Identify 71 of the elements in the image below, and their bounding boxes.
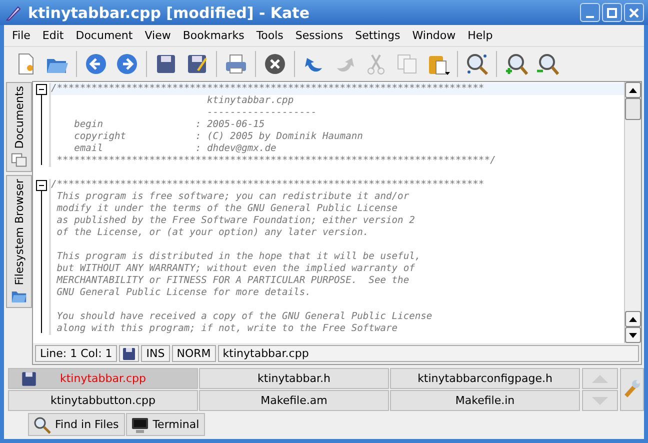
code-line: email : dhdev@gmx.de [73, 143, 276, 154]
document-tab[interactable]: Makefile.in [390, 390, 580, 411]
print-icon[interactable] [224, 52, 248, 76]
menu-item[interactable]: Help [462, 29, 499, 42]
sidebar-tab[interactable]: Documents [6, 82, 32, 172]
code-line: ***************************************************************************/ [56, 155, 496, 166]
close-icon[interactable] [263, 52, 287, 76]
menu-item[interactable]: Sessions [289, 29, 350, 42]
menu-item[interactable]: File [6, 29, 36, 42]
code-line: copyright : (C) 2005 by Dominik Haumann [73, 131, 363, 142]
menu-item[interactable]: Edit [36, 29, 70, 42]
zoom-in-icon[interactable] [504, 52, 528, 76]
code-line: This program is distributed in the hope that it will be useful, [56, 251, 421, 262]
insert-mode: INS [141, 345, 170, 362]
code-line: /************************************************************************** [51, 179, 484, 190]
input-mode: NORM [172, 345, 216, 362]
fold-toggle-icon[interactable] [36, 180, 46, 191]
down-arrow-icon [629, 332, 637, 338]
document-tab[interactable]: ktinytabbar.h [199, 368, 389, 389]
search-icon [33, 416, 51, 434]
wrench-icon [623, 378, 641, 398]
code-line: of the License, or (at your option) any later version. [56, 227, 369, 238]
code-line: /************************************************************************** [51, 83, 484, 94]
scroll-up-button[interactable] [625, 311, 641, 327]
menu-item[interactable]: Document [70, 29, 139, 42]
scroll-down-button[interactable] [625, 327, 641, 343]
menu-item[interactable]: Window [406, 29, 462, 42]
code-line: You should have received a copy of the GNU General Public License [56, 311, 432, 322]
scroll-up-button[interactable] [625, 82, 641, 98]
close-icon [629, 8, 639, 18]
code-line: ------------------- [206, 107, 317, 118]
maximize-icon [607, 8, 617, 18]
file-name: ktinytabbar.cpp [218, 345, 639, 362]
code-line: MERCHANTABILITY or FITNESS FOR A PARTICULAR PURPOSE. See the [56, 275, 410, 286]
code-line: modify it under the terms of the GNU General Public License [56, 203, 398, 214]
up-arrow-icon [592, 375, 608, 383]
tool-view-button[interactable]: Terminal [126, 413, 206, 436]
fold-toggle-icon[interactable] [36, 84, 46, 95]
sidebar-tab[interactable]: Filesystem Browser [6, 174, 32, 308]
code-line: along with this program; if not, write to the Free Software [56, 323, 398, 334]
code-line: but WITHOUT ANY WARRANTY; without even the implied warranty of [56, 263, 415, 274]
down-arrow-icon [592, 397, 608, 405]
search-icon[interactable] [465, 52, 489, 76]
menu-item[interactable]: Tools [250, 29, 290, 42]
save-icon [21, 371, 37, 387]
menu-item[interactable]: Settings [349, 29, 406, 42]
quill-icon [4, 4, 22, 22]
minimize-button[interactable] [580, 3, 600, 22]
document-tab[interactable]: ktinytabbarconfigpage.h [390, 368, 580, 389]
zoom-out-icon[interactable] [535, 52, 559, 76]
code-line: as published by the Free Software Foundation; either version 2 [56, 215, 415, 226]
tool-view-button[interactable]: Find in Files [28, 413, 125, 436]
document-tab[interactable]: Makefile.am [199, 390, 389, 411]
scrollbar-thumb[interactable] [625, 98, 641, 120]
settings-button[interactable] [620, 368, 644, 411]
window-title: ktinytabbar.cpp [modified] - Kate [28, 4, 310, 22]
code-line: begin : 2005-06-15 [73, 119, 265, 130]
maximize-button[interactable] [602, 3, 622, 22]
close-button[interactable] [624, 3, 644, 22]
minimize-icon [586, 16, 594, 18]
documents-icon [11, 152, 27, 168]
cursor-position: Line: 1 Col: 1 [35, 345, 118, 362]
menu-item[interactable]: Bookmarks [176, 29, 250, 42]
code-line: This program is free software; you can redistribute it and/or [56, 191, 410, 202]
document-tab[interactable]: ktinytabbutton.cpp [8, 390, 198, 411]
up-arrow-icon [629, 316, 637, 322]
code-line: ktinytabbar.cpp [206, 95, 294, 106]
code-line: GNU General Public License for more details. [56, 287, 311, 298]
menu-item[interactable]: View [138, 29, 177, 42]
up-arrow-icon [629, 88, 637, 92]
monitor-icon [130, 416, 149, 434]
